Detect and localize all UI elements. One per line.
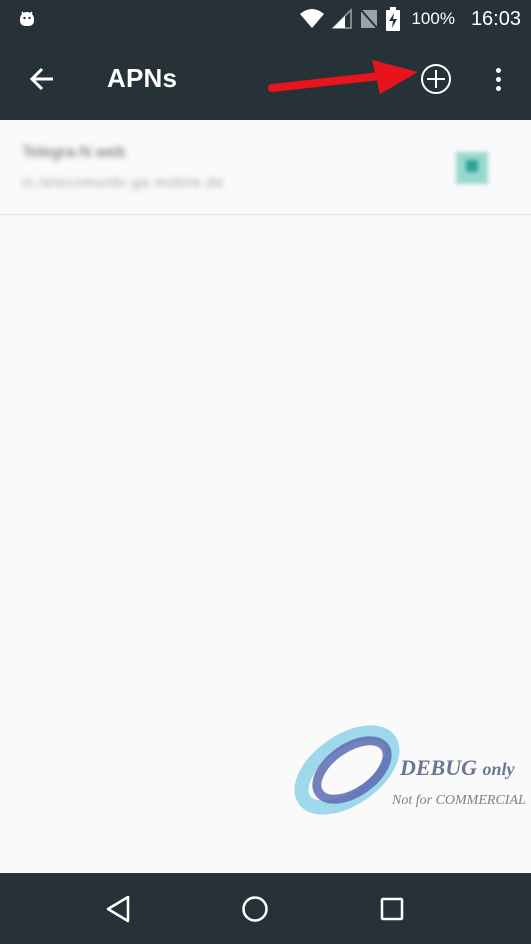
list-item[interactable]: Telegra-N web in.telecomunbr.ga.mobile.d… (0, 120, 531, 215)
add-circle-icon (421, 64, 451, 94)
battery-charging-icon (386, 7, 401, 31)
clock: 16:03 (470, 7, 521, 30)
battery-percent: 100% (411, 9, 455, 28)
arrow-back-icon (29, 67, 53, 91)
watermark-only: only (482, 759, 515, 779)
cell-signal-icon (331, 8, 353, 29)
more-vert-dot (495, 85, 501, 91)
apn-list: Telegra-N web in.telecomunbr.ga.mobile.d… (0, 120, 531, 215)
watermark-debug-word: DEBUG (400, 755, 478, 780)
page-title: APNs (107, 63, 178, 93)
apn-name: Telegra-N web (22, 144, 126, 161)
navigation-bar (0, 873, 531, 944)
recents-square-icon (380, 897, 404, 921)
android-debug-icon (20, 11, 34, 26)
watermark-debug: DEBUG only (400, 755, 515, 781)
radio-dot (466, 160, 478, 172)
wifi-icon (300, 9, 325, 28)
back-triangle-icon (106, 895, 130, 923)
apn-radio-selected[interactable] (456, 152, 488, 184)
nav-back-button[interactable] (100, 891, 136, 927)
watermark-not-for: Not for COMMERCIAL (392, 793, 526, 808)
apn-value: in.telecomunbr.ga.mobile.de (22, 174, 225, 190)
toolbar: APNs (0, 38, 531, 120)
more-vert-dot (495, 76, 501, 82)
watermark-logo (294, 725, 400, 815)
more-vert-icon (495, 67, 501, 73)
status-bar: 100% 16:03 (0, 0, 531, 38)
add-apn-button[interactable] (418, 61, 454, 97)
debug-watermark: DEBUG only Not for COMMERCIAL (290, 725, 530, 820)
nav-recents-button[interactable] (374, 891, 410, 927)
back-button[interactable] (22, 59, 62, 99)
no-sim-icon (360, 9, 379, 29)
status-icons: 100% 16:03 (299, 0, 521, 38)
nav-home-button[interactable] (237, 891, 273, 927)
home-circle-icon (242, 896, 268, 922)
more-options-button[interactable] (484, 61, 512, 97)
